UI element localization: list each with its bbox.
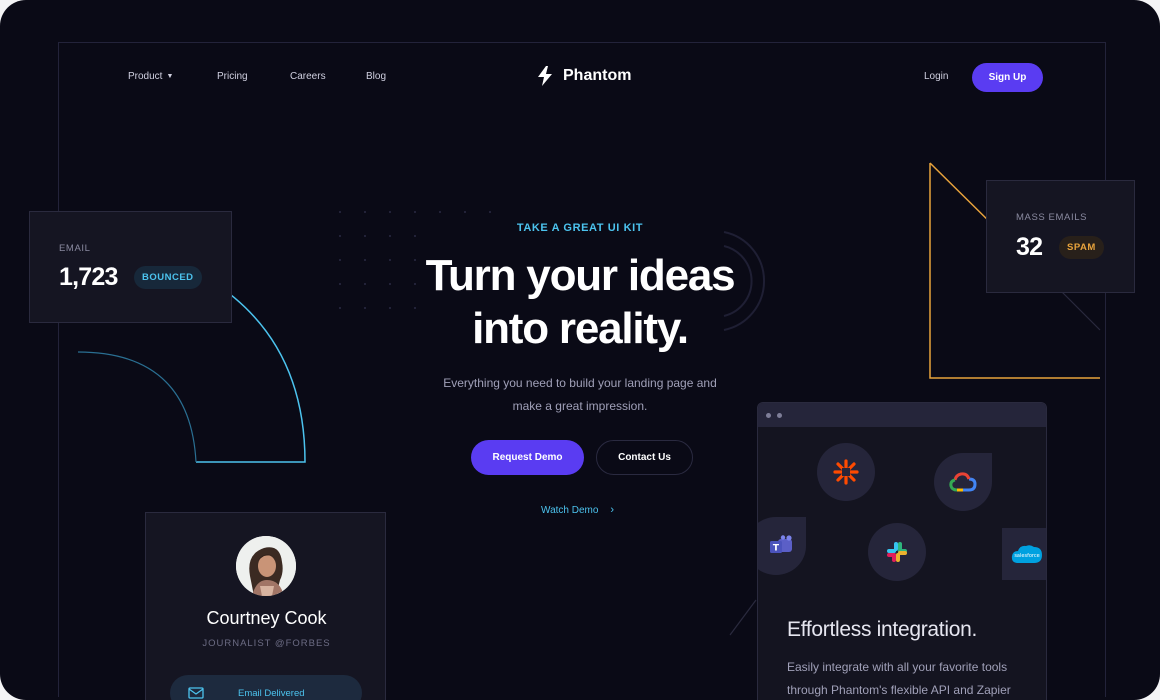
mass-emails-value: 32 <box>1016 233 1043 261</box>
email-stat-card: EMAIL 1,723 BOUNCED <box>29 211 232 323</box>
profile-role: JOURNALIST @FORBES <box>202 638 331 649</box>
mass-emails-card: MASS EMAILS 32 SPAM <box>986 180 1135 293</box>
window-title-bar <box>758 403 1046 427</box>
integration-card: T salesforce Effortless integration. Eas <box>757 402 1047 700</box>
salesforce-icon: salesforce <box>1002 528 1046 580</box>
hero-subtitle-line1: Everything you need to build your landin… <box>443 376 717 390</box>
contact-us-button[interactable]: Contact Us <box>596 440 693 475</box>
chevron-down-icon: ▼ <box>166 73 174 80</box>
teams-icon: T <box>758 517 806 575</box>
zapier-icon <box>817 443 875 501</box>
email-stat-value: 1,723 <box>59 263 118 291</box>
email-delivered-label: Email Delivered <box>238 687 305 699</box>
nav-pricing[interactable]: Pricing <box>217 71 248 82</box>
mass-emails-label: MASS EMAILS <box>1016 212 1088 223</box>
integration-title: Effortless integration. <box>787 618 977 641</box>
nav-careers[interactable]: Careers <box>290 71 326 82</box>
email-delivered-status: Email Delivered <box>170 675 362 700</box>
page-frame: Product ▼ Pricing Careers Blog Phantom Lo… <box>0 0 1160 700</box>
google-cloud-icon <box>934 453 992 511</box>
bounced-badge: BOUNCED <box>134 266 202 289</box>
email-stat-label: EMAIL <box>59 243 91 254</box>
watch-demo-label: Watch Demo <box>541 504 599 516</box>
nav-product[interactable]: Product ▼ <box>128 71 173 82</box>
svg-text:T: T <box>773 544 780 554</box>
login-link[interactable]: Login <box>924 71 948 82</box>
nav-product-label: Product <box>128 71 163 82</box>
window-dot-1 <box>766 412 771 418</box>
profile-name: Courtney Cook <box>206 608 327 628</box>
request-demo-button[interactable]: Request Demo <box>471 440 584 475</box>
mail-check-icon <box>188 686 204 699</box>
window-dot-2 <box>777 412 782 418</box>
lightning-icon <box>538 66 552 86</box>
salesforce-text: salesforce <box>1014 553 1039 559</box>
nav-blog[interactable]: Blog <box>366 71 386 82</box>
spam-badge: SPAM <box>1059 236 1104 259</box>
avatar-portrait <box>236 536 296 596</box>
avatar <box>236 536 296 596</box>
slack-icon <box>868 523 926 581</box>
integration-desc-line2: through Phantom's flexible API and Zapie… <box>787 683 1011 697</box>
integration-desc-line1: Easily integrate with all your favorite … <box>787 660 1008 674</box>
chevron-right-icon: › <box>610 504 615 516</box>
profile-card: Courtney Cook JOURNALIST @FORBES Email D… <box>145 512 386 700</box>
brand-name: Phantom <box>563 67 632 84</box>
brand-logo[interactable]: Phantom <box>536 66 631 86</box>
signup-button[interactable]: Sign Up <box>972 63 1043 92</box>
watch-demo-link[interactable]: Watch Demo › <box>541 504 614 516</box>
